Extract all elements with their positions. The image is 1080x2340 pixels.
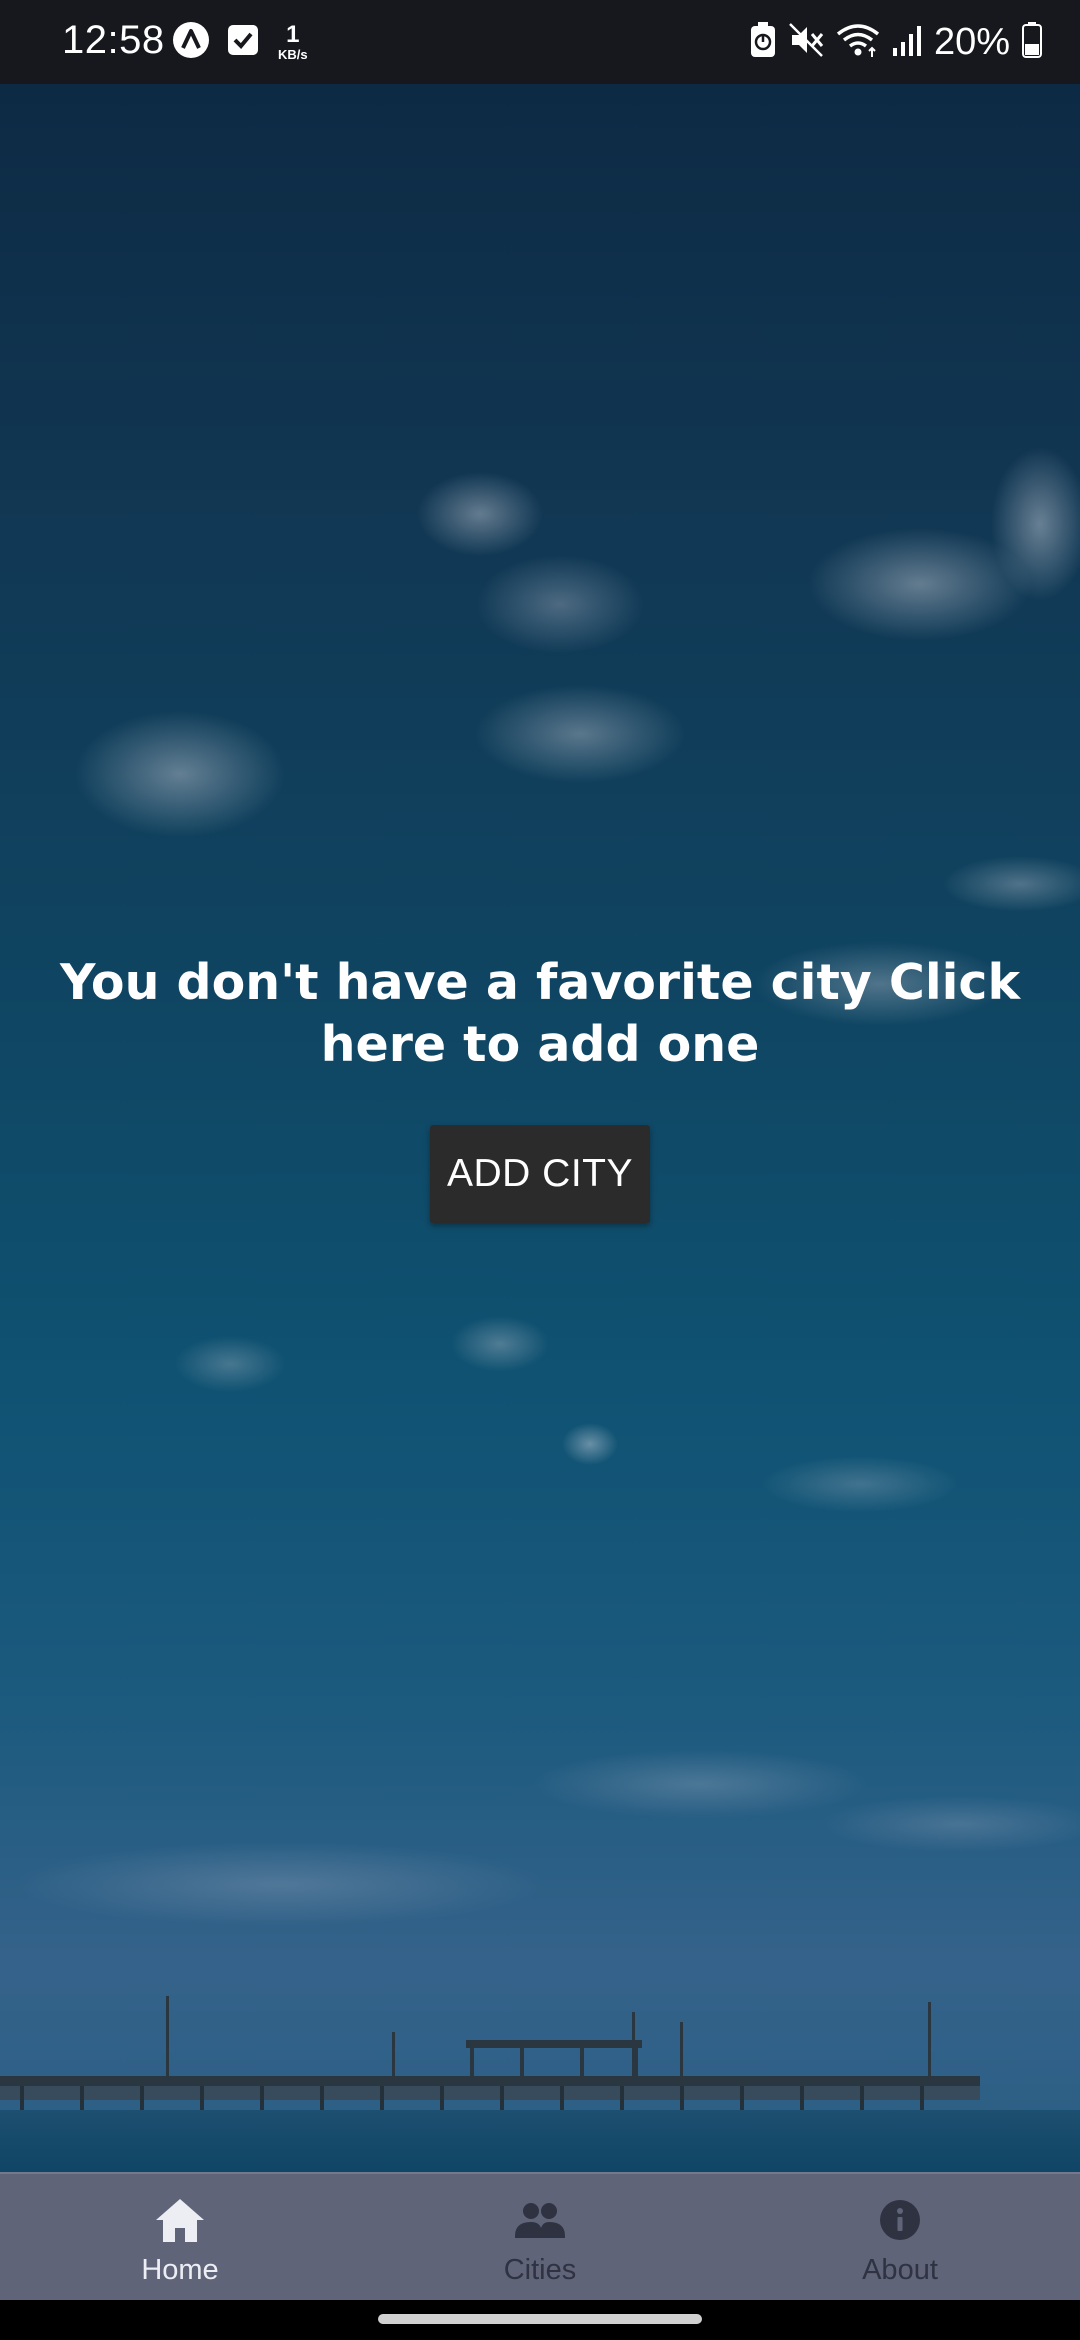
signal-icon [892,24,922,61]
status-time: 12:58 [62,18,165,62]
battery-percentage: 20% [933,20,1010,63]
status-right-icons: 20% [750,18,1042,66]
tab-cities-label: Cities [503,2254,577,2286]
tab-home[interactable]: Home [0,2174,360,2302]
tab-about-label: About [862,2254,938,2286]
app-screen: 12:58 1 KB/s 20% You don't have a favori… [0,0,1080,2340]
status-left-icons: 1 KB/s [172,20,308,64]
people-icon [513,2194,567,2246]
tab-home-label: Home [141,2254,219,2286]
battery-icon [1022,21,1042,63]
battery-saver-icon [750,21,776,63]
mute-icon [788,22,824,63]
empty-favorites-message: You don't have a favorite city Click her… [59,954,1021,1073]
checkbox-notification-icon [226,23,260,62]
network-speed: 1 KB/s [278,21,308,62]
info-icon [878,2194,922,2246]
gesture-nav-area [0,2300,1080,2340]
status-bar: 12:58 1 KB/s 20% [0,0,1080,84]
bottom-tab-bar: Home Cities About [0,2172,1080,2302]
add-city-button[interactable]: ADD CITY [430,1125,650,1223]
tab-about[interactable]: About [720,2174,1080,2302]
wifi-icon [836,22,880,63]
network-speed-value: 1 [286,21,300,48]
tab-cities[interactable]: Cities [360,2174,720,2302]
app-notification-icon [172,21,210,64]
pier-silhouette [0,1996,980,2110]
home-icon [154,2194,206,2246]
network-speed-unit: KB/s [278,47,308,62]
home-indicator[interactable] [378,2314,702,2324]
